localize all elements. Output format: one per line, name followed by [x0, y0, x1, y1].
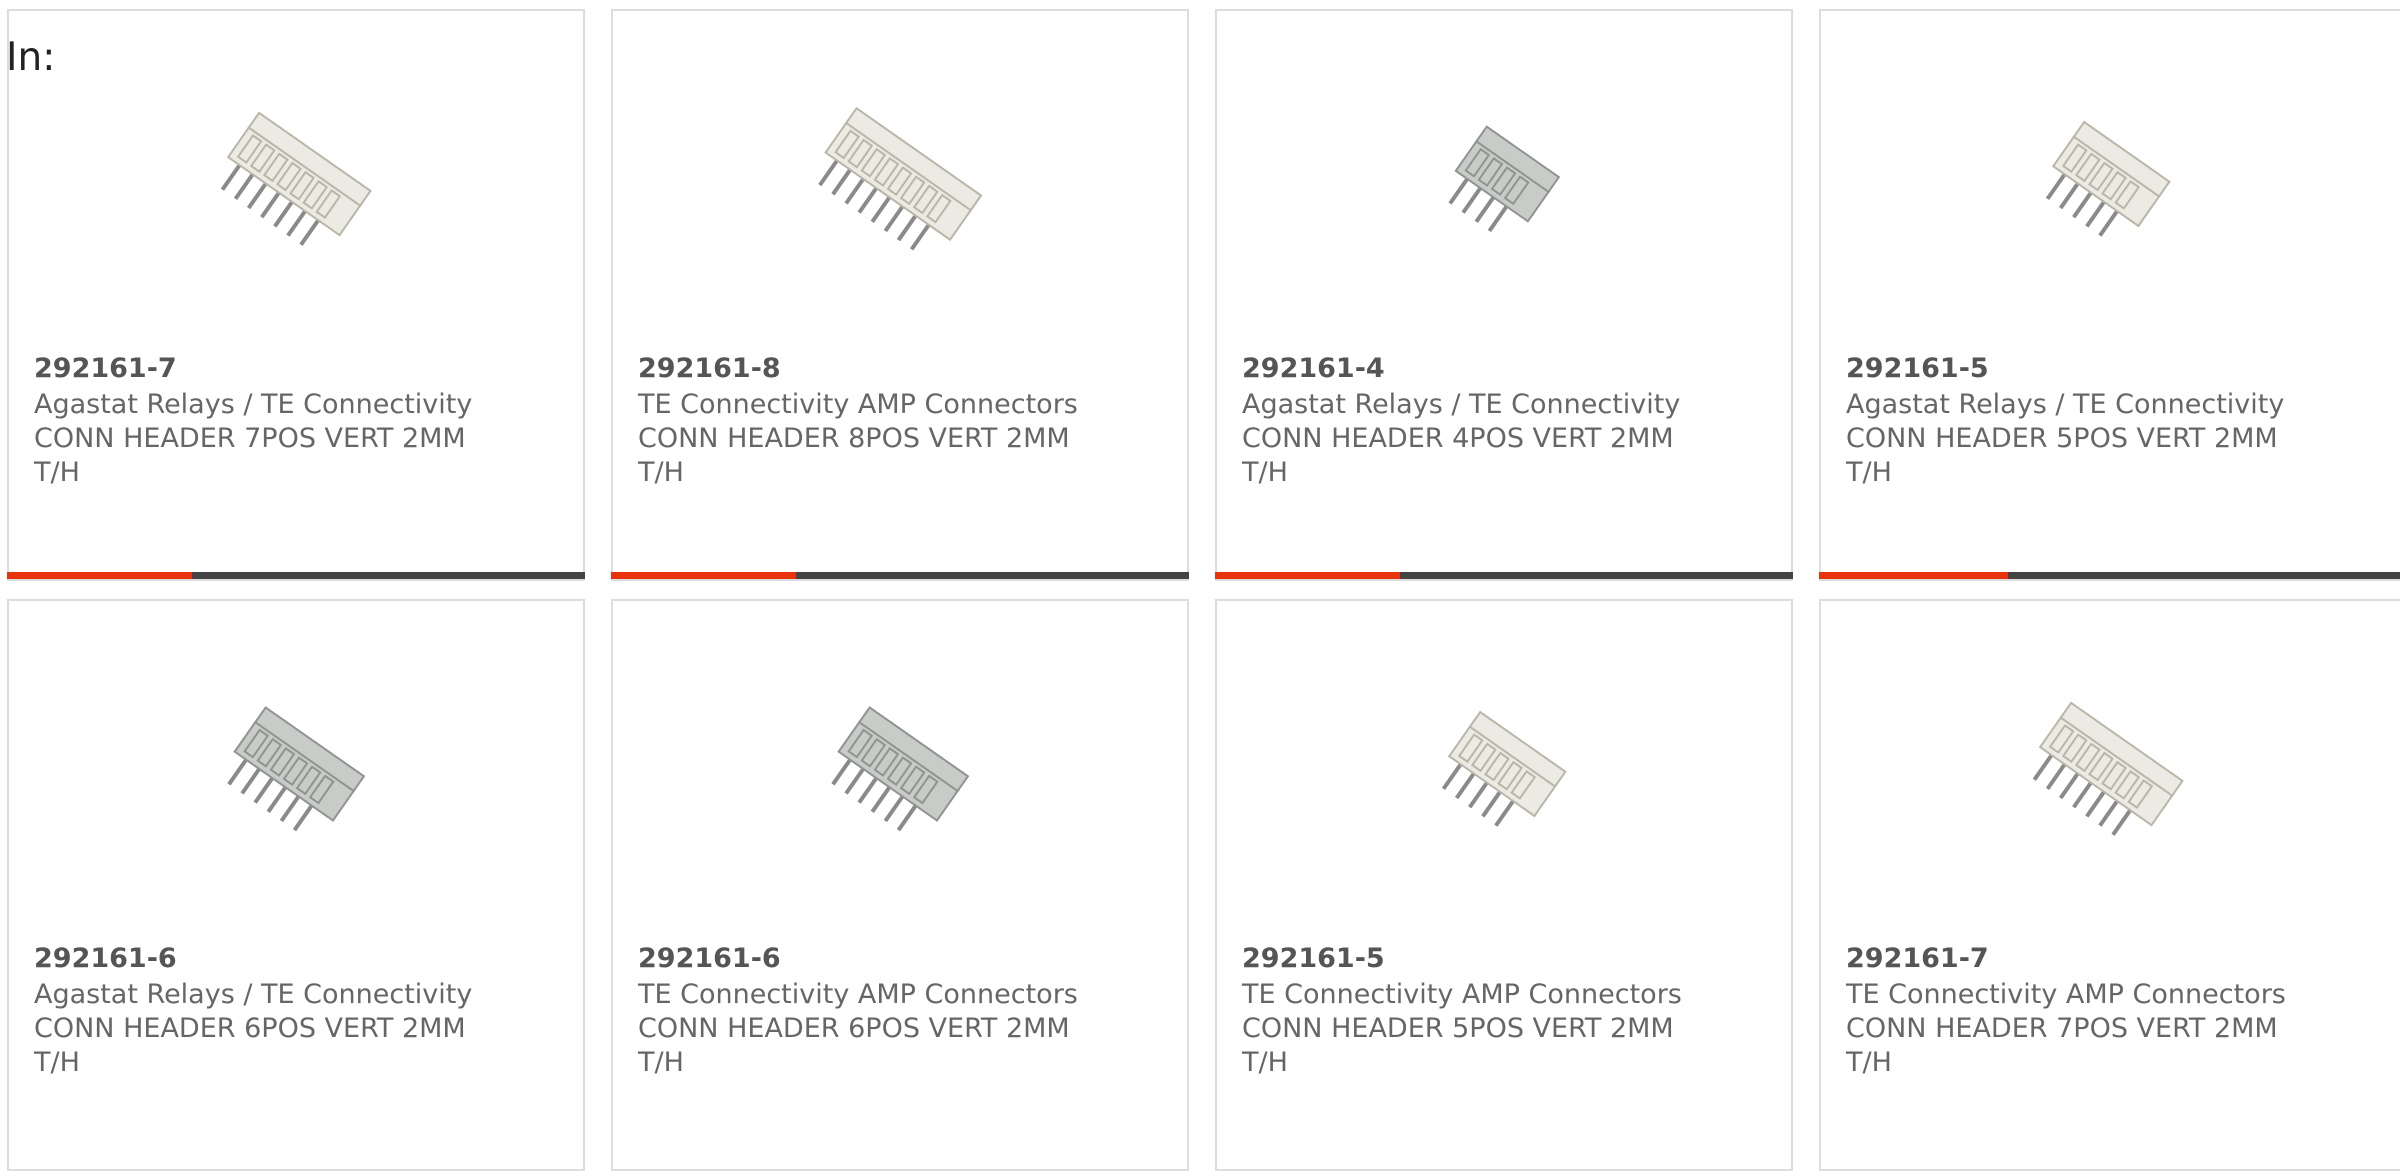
- description-line: T/H: [1242, 1047, 1288, 1078]
- description-line: T/H: [1846, 457, 1892, 488]
- manufacturer: TE Connectivity AMP Connectors: [638, 389, 1078, 420]
- description-line: T/H: [34, 457, 80, 488]
- connector-header-icon: [2005, 83, 2205, 283]
- connector-header-icon: [797, 83, 997, 283]
- description-line: CONN HEADER 7POS VERT 2MM: [1846, 1013, 2278, 1044]
- progress-fill: [611, 572, 796, 579]
- progress-fill: [1215, 572, 1400, 579]
- progress-bar: [1215, 572, 1793, 579]
- product-card[interactable]: 292161-4 Agastat Relays / TE Connectivit…: [1215, 9, 1793, 581]
- connector-header-icon: [797, 673, 997, 873]
- part-number: 292161-5: [1846, 353, 1989, 384]
- product-description: TE Connectivity AMP Connectors CONN HEAD…: [638, 978, 1078, 1080]
- manufacturer: Agastat Relays / TE Connectivity: [34, 389, 473, 420]
- connector-header-icon: [193, 673, 393, 873]
- progress-bar: [611, 572, 1189, 579]
- part-number: 292161-5: [1242, 943, 1385, 974]
- product-card[interactable]: 292161-6 TE Connectivity AMP Connectors …: [611, 599, 1189, 1171]
- progress-fill: [7, 572, 192, 579]
- manufacturer: Agastat Relays / TE Connectivity: [34, 979, 473, 1010]
- product-description: Agastat Relays / TE Connectivity CONN HE…: [34, 388, 474, 490]
- part-number: 292161-6: [34, 943, 177, 974]
- part-number: 292161-6: [638, 943, 781, 974]
- manufacturer: Agastat Relays / TE Connectivity: [1242, 389, 1681, 420]
- product-description: Agastat Relays / TE Connectivity CONN HE…: [1242, 388, 1682, 490]
- product-description: Agastat Relays / TE Connectivity CONN HE…: [34, 978, 474, 1080]
- part-number: 292161-4: [1242, 353, 1385, 384]
- product-description: TE Connectivity AMP Connectors CONN HEAD…: [1242, 978, 1682, 1080]
- connector-header-icon: [2005, 673, 2205, 873]
- product-card[interactable]: 292161-7 Agastat Relays / TE Connectivit…: [7, 9, 585, 581]
- description-line: CONN HEADER 7POS VERT 2MM: [34, 423, 466, 454]
- product-card[interactable]: 292161-7 TE Connectivity AMP Connectors …: [1819, 599, 2400, 1171]
- description-line: CONN HEADER 6POS VERT 2MM: [638, 1013, 1070, 1044]
- description-line: T/H: [638, 457, 684, 488]
- product-description: Agastat Relays / TE Connectivity CONN HE…: [1846, 388, 2286, 490]
- manufacturer: TE Connectivity AMP Connectors: [638, 979, 1078, 1010]
- connector-header-icon: [193, 83, 393, 283]
- part-number: 292161-7: [1846, 943, 1989, 974]
- description-line: CONN HEADER 4POS VERT 2MM: [1242, 423, 1674, 454]
- progress-bar: [7, 572, 585, 579]
- page-heading: In:: [6, 35, 56, 80]
- connector-header-icon: [1401, 83, 1601, 283]
- connector-header-icon: [1401, 673, 1601, 873]
- description-line: CONN HEADER 5POS VERT 2MM: [1846, 423, 2278, 454]
- progress-bar: [1819, 572, 2400, 579]
- description-line: CONN HEADER 6POS VERT 2MM: [34, 1013, 466, 1044]
- description-line: CONN HEADER 8POS VERT 2MM: [638, 423, 1070, 454]
- product-card[interactable]: 292161-6 Agastat Relays / TE Connectivit…: [7, 599, 585, 1171]
- description-line: T/H: [638, 1047, 684, 1078]
- manufacturer: TE Connectivity AMP Connectors: [1846, 979, 2286, 1010]
- progress-fill: [1819, 572, 2008, 579]
- description-line: T/H: [34, 1047, 80, 1078]
- part-number: 292161-7: [34, 353, 177, 384]
- product-description: TE Connectivity AMP Connectors CONN HEAD…: [1846, 978, 2286, 1080]
- description-line: T/H: [1242, 457, 1288, 488]
- description-line: CONN HEADER 5POS VERT 2MM: [1242, 1013, 1674, 1044]
- part-number: 292161-8: [638, 353, 781, 384]
- manufacturer: TE Connectivity AMP Connectors: [1242, 979, 1682, 1010]
- description-line: T/H: [1846, 1047, 1892, 1078]
- product-description: TE Connectivity AMP Connectors CONN HEAD…: [638, 388, 1078, 490]
- product-card[interactable]: 292161-5 Agastat Relays / TE Connectivit…: [1819, 9, 2400, 581]
- product-card[interactable]: 292161-5 TE Connectivity AMP Connectors …: [1215, 599, 1793, 1171]
- manufacturer: Agastat Relays / TE Connectivity: [1846, 389, 2285, 420]
- product-card[interactable]: 292161-8 TE Connectivity AMP Connectors …: [611, 9, 1189, 581]
